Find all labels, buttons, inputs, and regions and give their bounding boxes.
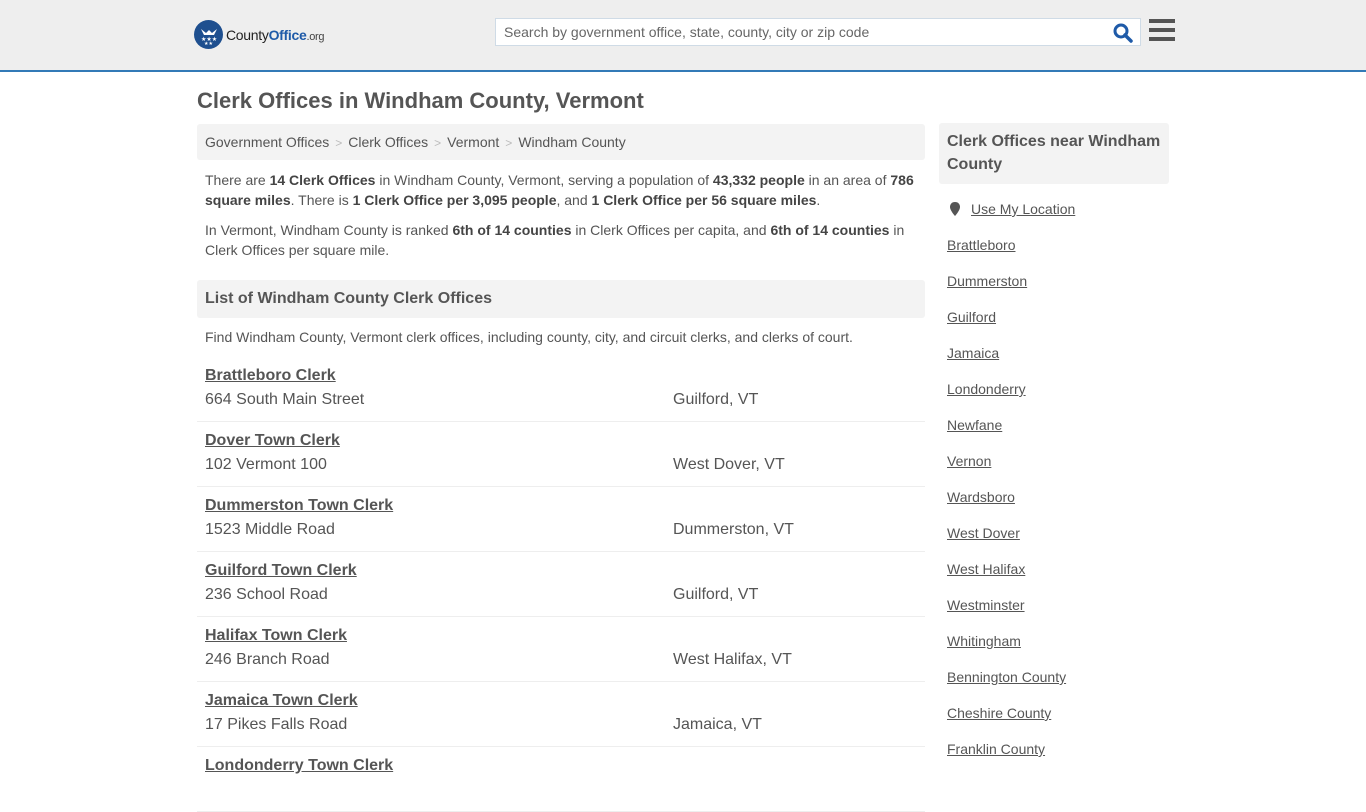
office-name-link[interactable]: Halifax Town Clerk (205, 627, 347, 645)
office-address: 17 Pikes Falls Road (205, 716, 348, 733)
nearby-link-dummerston[interactable]: Dummerston (947, 273, 1066, 309)
office-item: Dover Town Clerk 102 Vermont 100 West Do… (197, 422, 925, 487)
site-logo[interactable]: ★★★ ★★ CountyOffice.org (194, 20, 325, 49)
intro-summary: There are 14 Clerk Offices in Windham Co… (205, 172, 914, 208)
office-item: Jamaica Town Clerk 17 Pikes Falls Road J… (197, 682, 925, 747)
office-name-link[interactable]: Jamaica Town Clerk (205, 692, 358, 710)
nearby-link-west-dover[interactable]: West Dover (947, 525, 1066, 561)
office-city: Guilford, VT (673, 586, 759, 603)
office-address: 1523 Middle Road (205, 521, 335, 538)
nearby-link-west-halifax[interactable]: West Halifax (947, 561, 1066, 597)
map-pin-icon (950, 202, 960, 216)
nearby-link-whitingham[interactable]: Whitingham (947, 633, 1066, 669)
intro-text: There are 14 Clerk Offices in Windham Co… (205, 170, 920, 270)
office-name-link[interactable]: Dummerston Town Clerk (205, 497, 393, 515)
office-city: Jamaica, VT (673, 716, 762, 733)
hamburger-menu-icon[interactable] (1149, 19, 1175, 43)
office-address: 246 Branch Road (205, 651, 330, 668)
nearby-link-bennington-county[interactable]: Bennington County (947, 669, 1066, 705)
nearby-link-franklin-county[interactable]: Franklin County (947, 741, 1066, 777)
office-item: Brattleboro Clerk 664 South Main Street … (197, 357, 925, 422)
office-item: Guilford Town Clerk 236 School Road Guil… (197, 552, 925, 617)
office-item: Dummerston Town Clerk 1523 Middle Road D… (197, 487, 925, 552)
office-address: 236 School Road (205, 586, 328, 603)
search-input[interactable] (496, 19, 1096, 45)
office-name-link[interactable]: Dover Town Clerk (205, 432, 340, 450)
eagle-stars-logo-icon: ★★★ ★★ (194, 20, 223, 49)
page-title: Clerk Offices in Windham County, Vermont (197, 88, 644, 113)
intro-ranking: In Vermont, Windham County is ranked 6th… (205, 222, 905, 258)
breadcrumb-separator-icon: > (434, 136, 442, 150)
nearby-link-vernon[interactable]: Vernon (947, 453, 1066, 489)
office-item: Halifax Town Clerk 246 Branch Road West … (197, 617, 925, 682)
office-name-link[interactable]: Londonderry Town Clerk (205, 757, 393, 775)
list-description: Find Windham County, Vermont clerk offic… (205, 329, 853, 345)
search-bar (495, 18, 1141, 46)
nearby-link-cheshire-county[interactable]: Cheshire County (947, 705, 1066, 741)
site-header: ★★★ ★★ CountyOffice.org (0, 0, 1366, 72)
list-title: List of Windham County Clerk Offices (197, 280, 925, 318)
office-name-link[interactable]: Brattleboro Clerk (205, 367, 336, 385)
nearby-link-guilford[interactable]: Guilford (947, 309, 1066, 345)
sidebar-title: Clerk Offices near Windham County (939, 123, 1169, 184)
office-city: West Dover, VT (673, 456, 785, 473)
breadcrumb-clerk-offices[interactable]: Clerk Offices (348, 134, 428, 150)
nearby-link-newfane[interactable]: Newfane (947, 417, 1066, 453)
search-button[interactable] (1112, 22, 1134, 44)
office-city: Dummerston, VT (673, 521, 794, 538)
office-address: 664 South Main Street (205, 391, 365, 408)
use-my-location-link[interactable]: Use My Location (971, 201, 1075, 217)
office-item: Londonderry Town Clerk (197, 747, 925, 812)
nearby-link-jamaica[interactable]: Jamaica (947, 345, 1066, 381)
search-icon (1113, 23, 1133, 43)
nearby-link-wardsboro[interactable]: Wardsboro (947, 489, 1066, 525)
use-my-location: Use My Location (947, 201, 1075, 217)
office-city: West Halifax, VT (673, 651, 792, 668)
svg-text:★★: ★★ (204, 41, 213, 46)
breadcrumb-windham-county: Windham County (518, 134, 626, 150)
breadcrumb-separator-icon: > (335, 136, 343, 150)
breadcrumb-vermont[interactable]: Vermont (447, 134, 499, 150)
breadcrumb-separator-icon: > (505, 136, 513, 150)
office-address: 102 Vermont 100 (205, 456, 327, 473)
breadcrumb: Government Offices > Clerk Offices > Vermont… (197, 124, 925, 160)
office-name-link[interactable]: Guilford Town Clerk (205, 562, 357, 580)
nearby-link-londonderry[interactable]: Londonderry (947, 381, 1066, 417)
office-list: Brattleboro Clerk 664 South Main Street … (197, 357, 925, 812)
nearby-links: Brattleboro Dummerston Guilford Jamaica … (947, 237, 1066, 777)
nearby-link-brattleboro[interactable]: Brattleboro (947, 237, 1066, 273)
nearby-link-westminster[interactable]: Westminster (947, 597, 1066, 633)
breadcrumb-government-offices[interactable]: Government Offices (205, 134, 329, 150)
logo-text: CountyOffice.org (226, 26, 325, 43)
office-city: Guilford, VT (673, 391, 759, 408)
